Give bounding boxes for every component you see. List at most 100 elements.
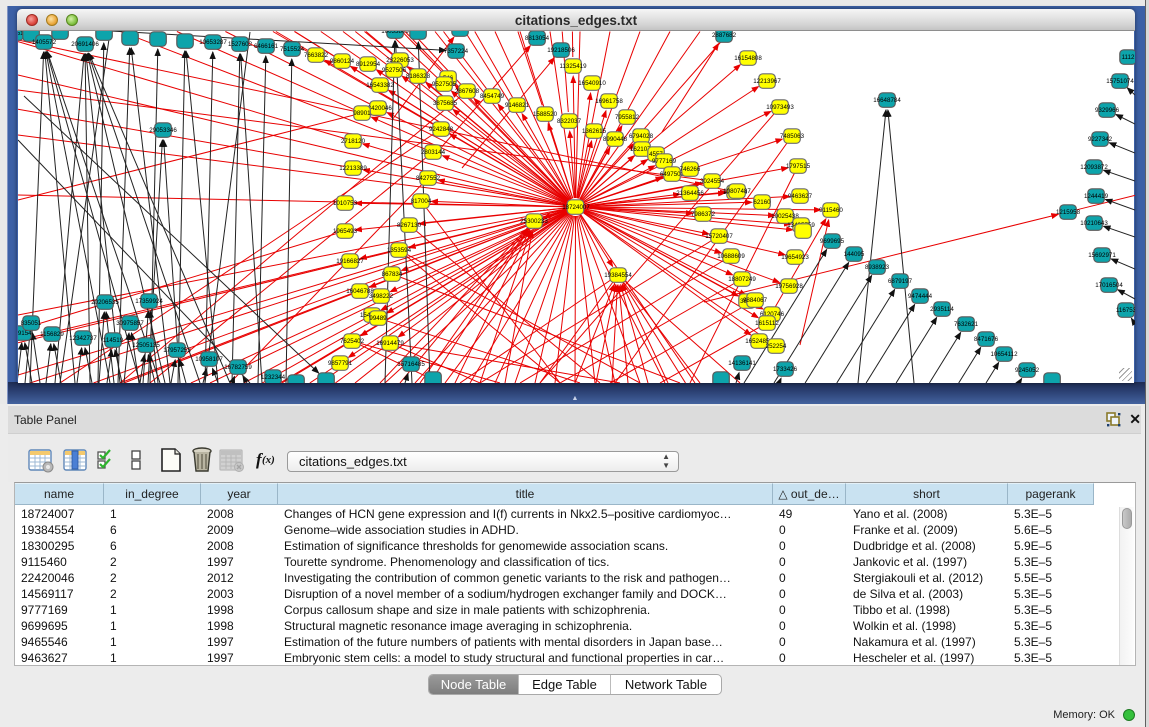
svg-text:817004: 817004 — [411, 198, 432, 205]
svg-text:19166827: 19166827 — [336, 258, 364, 265]
svg-text:16033809: 16033809 — [381, 31, 409, 35]
svg-text:16961758: 16961758 — [595, 98, 623, 105]
svg-text:1588520: 1588520 — [533, 111, 558, 118]
svg-text:1405572: 1405572 — [32, 39, 57, 46]
svg-text:16648784: 16648784 — [873, 97, 901, 104]
svg-text:7625402: 7625402 — [340, 338, 365, 345]
svg-text:10653287: 10653287 — [199, 39, 227, 46]
svg-text:1527602: 1527602 — [228, 41, 253, 48]
svg-text:29053346: 29053346 — [149, 127, 177, 134]
svg-text:12213389: 12213389 — [339, 165, 367, 172]
svg-text:9146821: 9146821 — [505, 102, 530, 109]
svg-text:8322037: 8322037 — [557, 118, 582, 125]
svg-text:7663822: 7663822 — [304, 52, 329, 59]
svg-text:7632621: 7632621 — [954, 321, 979, 328]
svg-text:7357224: 7357224 — [444, 48, 469, 55]
svg-text:8186328: 8186328 — [406, 73, 431, 80]
svg-text:19218506: 19218506 — [547, 47, 575, 54]
svg-text:9463627: 9463627 — [788, 193, 813, 200]
svg-text:9474444: 9474444 — [908, 293, 933, 300]
svg-text:39154: 39154 — [18, 330, 32, 337]
svg-text:18807249: 18807249 — [728, 276, 756, 283]
svg-text:12342737: 12342737 — [69, 335, 97, 342]
svg-text:11325419: 11325419 — [559, 63, 587, 70]
svg-text:9329966: 9329966 — [1095, 107, 1120, 114]
svg-text:9857791: 9857791 — [328, 360, 353, 367]
svg-text:15751074: 15751074 — [1106, 78, 1134, 85]
svg-text:12213967: 12213967 — [753, 78, 781, 85]
svg-text:746266: 746266 — [680, 166, 701, 173]
svg-text:2887682: 2887682 — [712, 32, 737, 39]
svg-text:20691406: 20691406 — [71, 41, 99, 48]
svg-text:6794028: 6794028 — [629, 133, 654, 140]
svg-text:2935114: 2935114 — [930, 306, 954, 313]
svg-text:19384554: 19384554 — [604, 272, 632, 279]
svg-text:30975857: 30975857 — [116, 320, 144, 327]
svg-text:9860124: 9860124 — [330, 58, 355, 65]
svg-text:9699695: 9699695 — [820, 238, 845, 245]
svg-text:1232344: 1232344 — [261, 374, 286, 381]
svg-text:20206535: 20206535 — [91, 299, 119, 306]
svg-text:8471676: 8471676 — [974, 336, 999, 343]
svg-text:19654923: 19654923 — [781, 254, 809, 261]
svg-text:99489: 99489 — [369, 315, 387, 322]
svg-text:10654112: 10654112 — [990, 351, 1018, 358]
svg-text:1353594: 1353594 — [387, 247, 412, 254]
svg-text:9527505: 9527505 — [432, 81, 457, 88]
svg-text:16154808: 16154808 — [734, 55, 762, 62]
svg-text:114519: 114519 — [103, 337, 124, 344]
svg-text:16914479: 16914479 — [376, 340, 404, 347]
svg-text:9527506: 9527506 — [382, 67, 407, 74]
svg-text:8427552: 8427552 — [416, 175, 441, 182]
svg-text:1615112: 1615112 — [755, 320, 779, 327]
svg-text:21364456: 21364456 — [676, 190, 704, 197]
svg-text:3498222: 3498222 — [369, 293, 394, 300]
svg-text:1797515: 1797515 — [786, 163, 811, 170]
svg-text:1112: 1112 — [1122, 54, 1135, 61]
svg-text:8454749: 8454749 — [480, 93, 505, 100]
svg-text:116753: 116753 — [1116, 307, 1135, 314]
svg-text:18724007: 18724007 — [562, 204, 590, 211]
svg-text:17016504: 17016504 — [1095, 282, 1123, 289]
svg-text:6466161: 6466161 — [254, 43, 279, 50]
svg-text:8938923: 8938923 — [865, 264, 890, 271]
svg-text:9227342: 9227342 — [1088, 136, 1113, 143]
svg-text:9242848: 9242848 — [429, 126, 454, 133]
svg-text:10210643: 10210643 — [1080, 220, 1108, 227]
svg-text:9884067: 9884067 — [743, 297, 768, 304]
svg-text:2718120: 2718120 — [341, 138, 366, 145]
svg-text:2803144: 2803144 — [421, 149, 446, 156]
svg-text:9245052: 9245052 — [1015, 367, 1040, 374]
svg-text:25300233: 25300233 — [520, 218, 548, 225]
svg-text:3024554: 3024554 — [700, 178, 725, 185]
svg-text:12505135: 12505135 — [132, 342, 160, 349]
svg-text:144095: 144095 — [844, 251, 865, 258]
svg-text:1215958: 1215958 — [1056, 209, 1081, 216]
svg-text:3875685: 3875685 — [433, 100, 458, 107]
svg-text:2867608: 2867608 — [455, 88, 480, 95]
svg-text:1965493: 1965493 — [333, 228, 358, 235]
svg-text:10807487: 10807487 — [723, 188, 751, 195]
svg-text:15692971: 15692971 — [1088, 252, 1116, 259]
svg-text:8912954: 8912954 — [356, 61, 381, 68]
svg-text:1244419: 1244419 — [1084, 193, 1109, 200]
svg-text:867834: 867834 — [382, 271, 403, 278]
svg-text:98901: 98901 — [353, 110, 371, 117]
svg-text:12093872: 12093872 — [1080, 164, 1108, 171]
svg-text:(x): (x) — [262, 454, 275, 466]
svg-text:252254: 252254 — [766, 343, 787, 350]
svg-text:8990448: 8990448 — [603, 136, 628, 143]
svg-text:10688609: 10688609 — [717, 253, 745, 260]
svg-text:9777169: 9777169 — [652, 158, 677, 165]
svg-text:16540910: 16540910 — [578, 80, 606, 87]
svg-text:8813054: 8813054 — [525, 35, 550, 42]
svg-text:1010753: 1010753 — [333, 200, 358, 207]
svg-text:16543382: 16543382 — [366, 82, 394, 89]
svg-text:9115460: 9115460 — [819, 207, 843, 214]
svg-text:16782759: 16782759 — [224, 364, 252, 371]
svg-text:62160: 62160 — [753, 199, 771, 206]
svg-text:17957253: 17957253 — [163, 347, 191, 354]
svg-text:8267130: 8267130 — [397, 222, 422, 229]
svg-text:10958107: 10958107 — [195, 356, 223, 363]
svg-text:7485063: 7485063 — [780, 133, 805, 140]
